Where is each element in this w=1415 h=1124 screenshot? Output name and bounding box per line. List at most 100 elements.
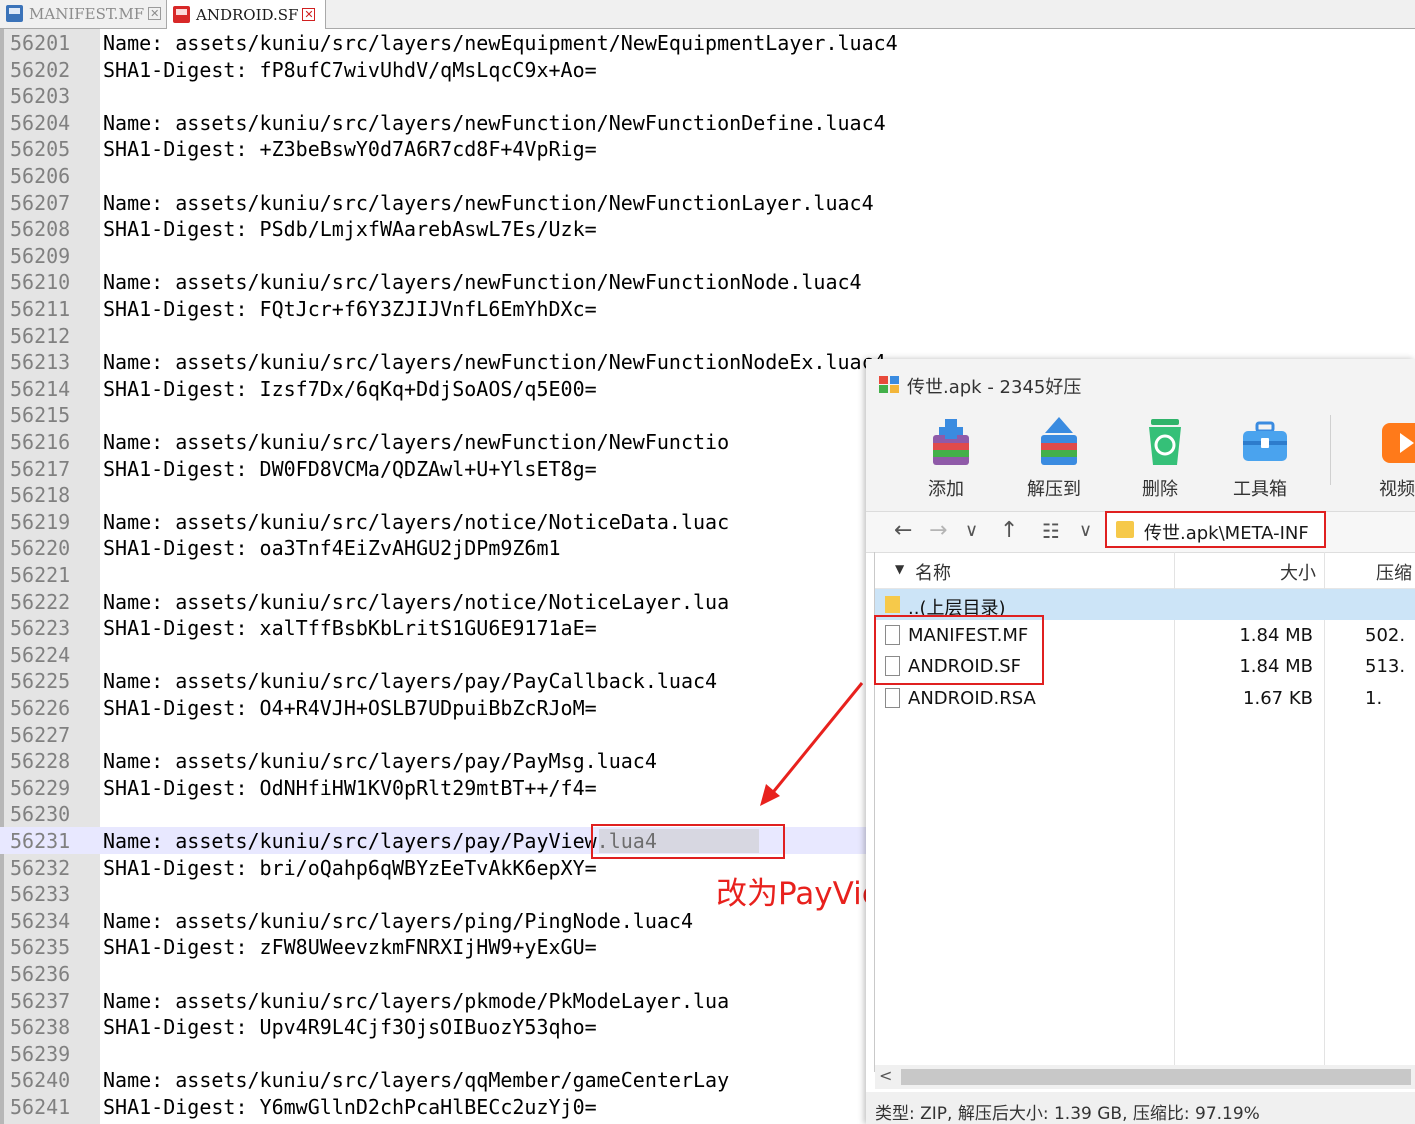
column-name[interactable]: 名称 bbox=[915, 559, 951, 585]
editor-line[interactable]: 56210 Name: assets/kuniu/src/layers/newFu… bbox=[0, 268, 1415, 295]
archiver-toolbar: 添加 解压到 删除 工具箱 视频 bbox=[866, 407, 1415, 512]
line-text: Name: assets/kuniu/src/layers/pay/PayMsg… bbox=[103, 749, 657, 774]
file-size: 1.84 MB bbox=[1239, 625, 1313, 646]
line-number: 56221 bbox=[10, 563, 71, 587]
line-text: SHA1-Digest: FQtJcr+f6Y3ZJIJVnfL6EmYhDXc… bbox=[103, 297, 597, 321]
add-button[interactable]: 添加 bbox=[901, 407, 991, 511]
address-path: 传世.apk\META-INF bbox=[1144, 523, 1309, 544]
scrollbar-thumb[interactable] bbox=[901, 1069, 1411, 1085]
toolbox-icon bbox=[1243, 421, 1287, 461]
line-number: 56241 bbox=[10, 1095, 71, 1119]
line-number: 56223 bbox=[10, 616, 71, 641]
line-number: 56225 bbox=[10, 669, 71, 694]
history-dropdown-icon[interactable]: ∨ bbox=[965, 518, 978, 544]
editor-line[interactable]: 56208 SHA1-Digest: PSdb/LmjxfWAarebAswL7E… bbox=[0, 215, 1415, 242]
file-list-header: ▼ 名称 大小 压缩 bbox=[875, 552, 1415, 589]
editor-line[interactable]: 56201 Name: assets/kuniu/src/layers/newEq… bbox=[0, 29, 1415, 56]
line-number: 56203 bbox=[10, 84, 71, 109]
tab-label: MANIFEST.MF bbox=[29, 4, 145, 23]
line-number: 56236 bbox=[10, 962, 71, 986]
line-number: 56207 bbox=[10, 190, 71, 215]
line-text: SHA1-Digest: OdNHfiHW1KV0pRlt29mtBT++/f4… bbox=[103, 775, 597, 800]
extract-label: 解压到 bbox=[1027, 479, 1081, 500]
window-titlebar: 传世.apk - 2345好压 bbox=[866, 359, 1415, 407]
line-text: SHA1-Digest: +Z3beBswY0d7A6R7cd8F+4VpRig… bbox=[103, 137, 597, 162]
window-title: 传世.apk - 2345好压 bbox=[907, 377, 1082, 398]
line-number: 56211 bbox=[10, 297, 71, 321]
line-number: 56206 bbox=[10, 164, 71, 188]
line-text: Name: assets/kuniu/src/layers/newFunctio… bbox=[103, 110, 886, 135]
file-size: 1.67 KB bbox=[1243, 688, 1313, 709]
sort-arrow-icon: ▼ bbox=[895, 562, 905, 576]
line-number: 56213 bbox=[10, 350, 71, 375]
editor-line[interactable]: 56207 Name: assets/kuniu/src/layers/newFu… bbox=[0, 189, 1415, 216]
horizontal-scrollbar[interactable]: < bbox=[875, 1065, 1415, 1089]
file-compressed-size: 1. bbox=[1365, 688, 1383, 709]
delete-icon bbox=[1149, 419, 1181, 465]
line-text: SHA1-Digest: xalTffBsbKbLritS1GU6E9171aE… bbox=[103, 616, 597, 641]
line-number: 56226 bbox=[10, 696, 71, 720]
line-number: 56209 bbox=[10, 243, 71, 268]
line-text: Name: assets/kuniu/src/layers/notice/Not… bbox=[103, 509, 730, 534]
line-text: SHA1-Digest: fP8ufC7wivUhdV/qMsLqcC9x+Ao… bbox=[103, 57, 597, 82]
line-number: 56208 bbox=[10, 217, 71, 242]
column-compressed[interactable]: 压缩 bbox=[1376, 559, 1412, 585]
line-number: 56204 bbox=[10, 110, 71, 135]
up-icon[interactable]: ↑ bbox=[1000, 518, 1018, 544]
back-icon[interactable]: ← bbox=[894, 518, 912, 544]
haozip-logo-icon bbox=[879, 376, 899, 393]
status-bar: 类型: ZIP, 解压后大小: 1.39 GB, 压缩比: 97.19% bbox=[866, 1092, 1415, 1124]
delete-button[interactable]: 删除 bbox=[1115, 407, 1205, 511]
line-text: SHA1-Digest: Y6mwGllnD2chPcaHlBECc2uzYj0… bbox=[103, 1095, 597, 1119]
tab-label: ANDROID.SF bbox=[196, 5, 299, 24]
extract-button[interactable]: 解压到 bbox=[1009, 407, 1099, 511]
editor-line[interactable]: 56205 SHA1-Digest: +Z3beBswY0d7A6R7cd8F+4… bbox=[0, 135, 1415, 162]
line-number: 56235 bbox=[10, 935, 71, 960]
highlight-box-files bbox=[874, 615, 1044, 685]
line-number: 56229 bbox=[10, 775, 71, 800]
tab-android-sf[interactable]: ANDROID.SF ✕ bbox=[166, 0, 326, 29]
highlight-box-payview bbox=[591, 824, 785, 859]
line-number: 56201 bbox=[10, 31, 71, 55]
line-number: 56230 bbox=[10, 802, 71, 827]
close-tab-icon[interactable]: ✕ bbox=[148, 7, 162, 20]
editor-line[interactable]: 56203 bbox=[0, 82, 1415, 109]
editor-line[interactable]: 56212 bbox=[0, 322, 1415, 349]
address-bar[interactable]: 传世.apk\META-INF bbox=[1105, 511, 1326, 548]
line-number: 56234 bbox=[10, 908, 71, 933]
scroll-left-icon[interactable]: < bbox=[879, 1066, 892, 1085]
line-number: 56232 bbox=[10, 855, 71, 880]
line-number: 56219 bbox=[10, 509, 71, 534]
tab-bar: MANIFEST.MF ✕ ANDROID.SF ✕ bbox=[0, 0, 1415, 29]
line-number: 56231 bbox=[10, 829, 71, 853]
forward-icon[interactable]: → bbox=[929, 518, 947, 544]
line-text: SHA1-Digest: oa3Tnf4EiZvAHGU2jDPm9Z6m1 bbox=[103, 536, 561, 561]
column-size[interactable]: 大小 bbox=[1280, 559, 1316, 585]
folder-icon bbox=[1116, 521, 1134, 538]
toolbar-separator bbox=[1330, 415, 1331, 485]
line-number: 56210 bbox=[10, 270, 71, 295]
tab-manifest-mf[interactable]: MANIFEST.MF ✕ bbox=[0, 0, 166, 27]
toolbox-button[interactable]: 工具箱 bbox=[1215, 407, 1305, 511]
close-tab-icon[interactable]: ✕ bbox=[302, 8, 316, 21]
editor-line[interactable]: 56211 SHA1-Digest: FQtJcr+f6Y3ZJIJVnfL6Em… bbox=[0, 295, 1415, 322]
line-text: Name: assets/kuniu/src/layers/ping/PingN… bbox=[103, 908, 694, 933]
line-number: 56227 bbox=[10, 722, 71, 747]
file-row[interactable]: ANDROID.RSA 1.67 KB 1. bbox=[875, 683, 1415, 714]
file-size: 1.84 MB bbox=[1239, 656, 1313, 677]
line-text: SHA1-Digest: Izsf7Dx/6qKq+DdjSoAOS/q5E00… bbox=[103, 376, 597, 401]
delete-label: 删除 bbox=[1142, 479, 1178, 500]
view-dropdown-icon[interactable]: ∨ bbox=[1079, 518, 1092, 544]
save-file-icon bbox=[6, 5, 23, 22]
line-number: 56216 bbox=[10, 430, 71, 454]
file-compressed-size: 513. bbox=[1365, 656, 1406, 677]
file-icon bbox=[885, 688, 900, 708]
editor-line[interactable]: 56204 Name: assets/kuniu/src/layers/newFu… bbox=[0, 109, 1415, 136]
editor-line[interactable]: 56209 bbox=[0, 242, 1415, 269]
line-text: Name: assets/kuniu/src/layers/pkmode/PkM… bbox=[103, 988, 730, 1013]
line-text: Name: assets/kuniu/src/layers/newFunctio… bbox=[103, 430, 730, 454]
editor-line[interactable]: 56206 bbox=[0, 162, 1415, 189]
video-button[interactable]: 视频 bbox=[1352, 407, 1415, 511]
editor-line[interactable]: 56202 SHA1-Digest: fP8ufC7wivUhdV/qMsLqcC… bbox=[0, 56, 1415, 83]
view-mode-icon[interactable]: ☷ bbox=[1042, 518, 1060, 544]
